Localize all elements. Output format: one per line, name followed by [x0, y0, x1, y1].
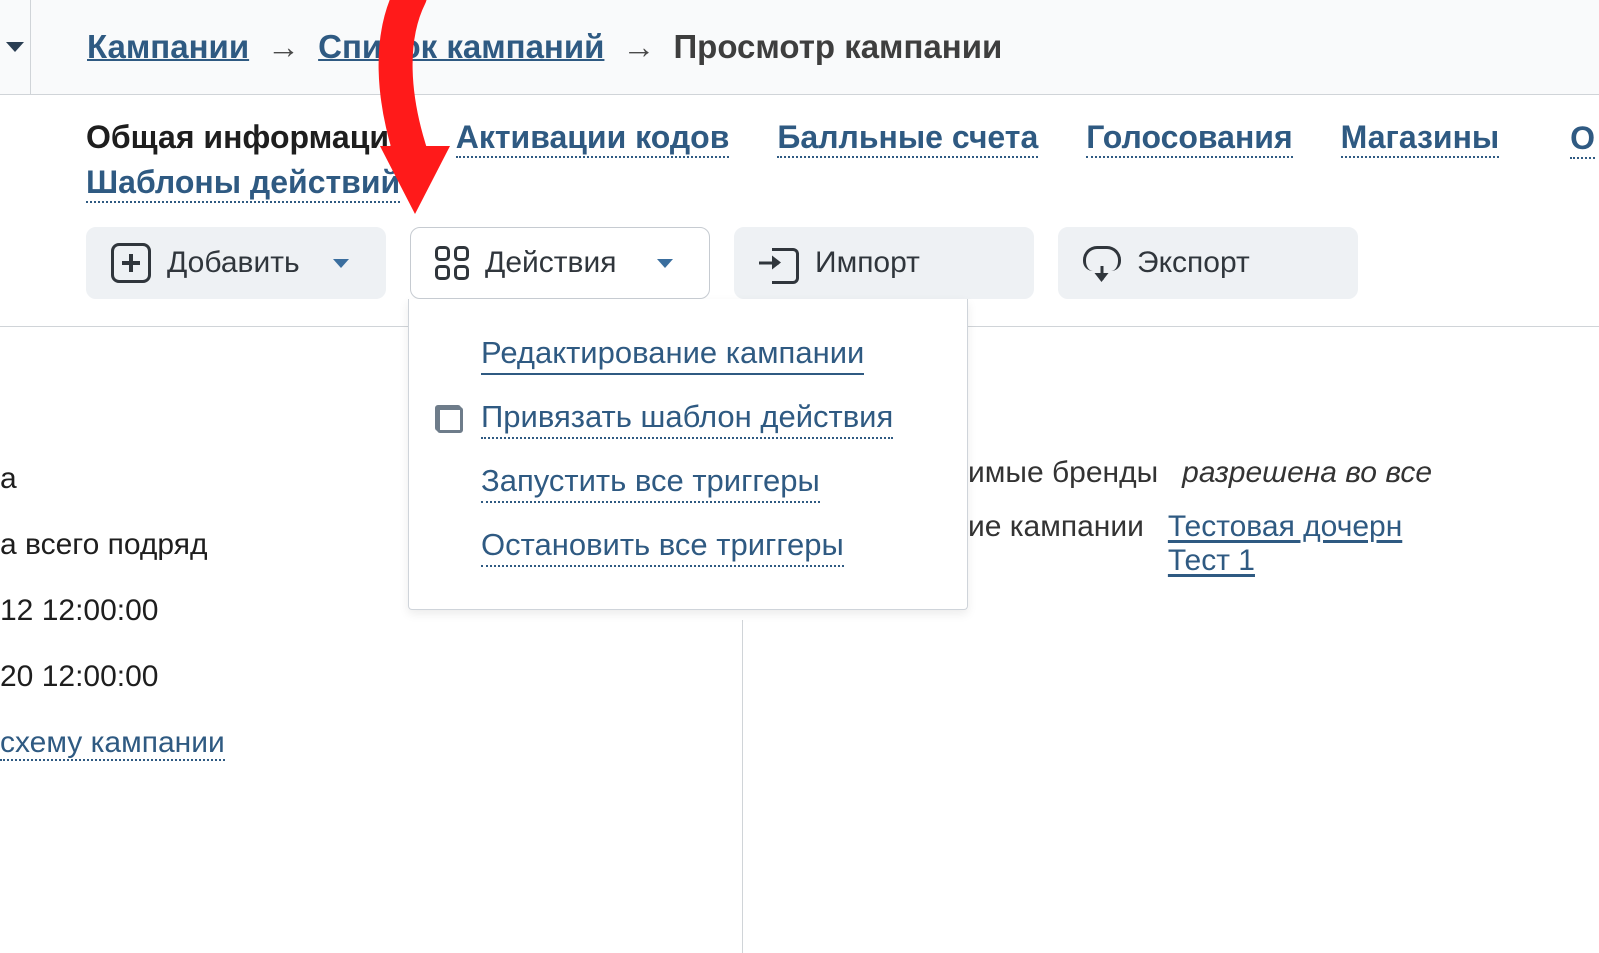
- vertical-divider: [742, 620, 743, 953]
- breadcrumb-arrow-icon: →: [622, 28, 655, 66]
- tab-cut-right[interactable]: О: [1570, 120, 1595, 159]
- plus-square-icon: [111, 243, 151, 283]
- section-dropdown-trigger[interactable]: [0, 0, 31, 94]
- menu-bind-template[interactable]: Привязать шаблон действия: [429, 387, 947, 451]
- grid-icon: [435, 246, 469, 280]
- info-fragment-time: 20 12:00:00: [0, 656, 225, 698]
- info-fragment: а: [0, 458, 225, 500]
- campaign-scheme-link[interactable]: схему кампании: [0, 726, 225, 761]
- tab-stores[interactable]: Магазины: [1341, 119, 1500, 158]
- copy-icon: [433, 405, 465, 433]
- tabs: Общая информация Активации кодов Балльны…: [0, 95, 1599, 203]
- tab-activations[interactable]: Активации кодов: [456, 119, 730, 158]
- info-right-column: имые бренды разрешена во всe ие кампании…: [968, 456, 1432, 598]
- topbar: Кампании → Список кампаний → Просмотр ка…: [0, 0, 1599, 95]
- info-fragment-time: 12 12:00:00: [0, 590, 225, 632]
- menu-stop-triggers[interactable]: Остановить все триггеры: [429, 515, 947, 579]
- caret-down-icon: [657, 259, 673, 268]
- brands-label-fragment: имые бренды: [968, 456, 1158, 490]
- caret-down-icon: [6, 42, 24, 52]
- breadcrumb-current: Просмотр кампании: [673, 28, 1002, 66]
- export-button[interactable]: Экспорт: [1058, 227, 1358, 299]
- tab-general-info[interactable]: Общая информация: [86, 119, 408, 158]
- add-button-label: Добавить: [167, 246, 307, 280]
- breadcrumb-arrow-icon: →: [267, 28, 300, 66]
- caret-down-icon: [333, 259, 349, 268]
- breadcrumb: Кампании → Список кампаний → Просмотр ка…: [87, 28, 1002, 66]
- export-button-label: Экспорт: [1137, 246, 1321, 280]
- import-icon: [759, 248, 799, 278]
- tab-votings[interactable]: Голосования: [1086, 119, 1292, 158]
- actions-button-label: Действия: [485, 246, 631, 280]
- toolbar: Добавить Действия Импорт Экспорт Редакти…: [0, 227, 1599, 299]
- actions-dropdown-menu: Редактирование кампании Привязать шаблон…: [408, 299, 968, 610]
- add-button[interactable]: Добавить: [86, 227, 386, 299]
- import-button-label: Импорт: [815, 246, 997, 280]
- info-left-column: а а всего подряд 12 12:00:00 20 12:00:00…: [0, 434, 225, 788]
- export-icon: [1083, 246, 1121, 280]
- actions-button[interactable]: Действия: [410, 227, 710, 299]
- menu-edit-campaign[interactable]: Редактирование кампании: [429, 323, 947, 387]
- tab-point-accounts[interactable]: Балльные счета: [777, 119, 1038, 158]
- menu-start-triggers[interactable]: Запустить все триггеры: [429, 451, 947, 515]
- info-fragment: а всего подряд: [0, 524, 225, 566]
- child-campaign-link[interactable]: Тестовая дочерн: [1168, 510, 1402, 543]
- breadcrumb-campaigns-link[interactable]: Кампании: [87, 28, 249, 66]
- brands-value-fragment: разрешена во всe: [1182, 456, 1432, 490]
- test1-link[interactable]: Тест 1: [1168, 544, 1255, 577]
- import-button[interactable]: Импорт: [734, 227, 1034, 299]
- breadcrumb-list-link[interactable]: Список кампаний: [318, 28, 604, 66]
- campaigns-label-fragment: ие кампании: [968, 510, 1144, 544]
- tab-action-templates[interactable]: Шаблоны действий: [86, 164, 400, 203]
